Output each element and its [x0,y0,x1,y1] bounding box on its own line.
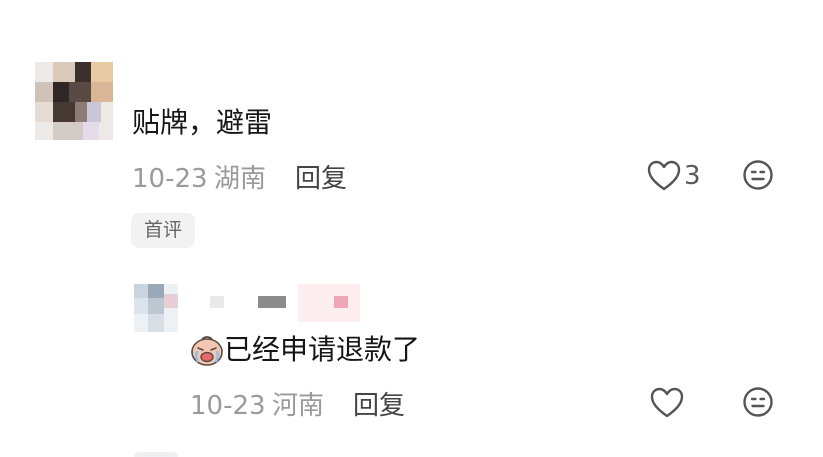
comment-date: 10-23 [132,164,208,194]
username-blur [334,296,348,308]
meh-face-icon[interactable] [742,386,774,422]
reply-location: 河南 [272,391,325,421]
reply-button[interactable]: 回复 [353,393,405,419]
reply-button[interactable]: 回复 [295,166,347,192]
comment-text: 贴牌，避雷 [132,106,273,139]
reply-date: 10-23 [190,391,266,421]
avatar[interactable] [35,62,113,140]
first-comment-badge: 首评 [131,213,196,248]
reply-text: 已经申请退款了 [224,333,421,366]
reply-avatar[interactable] [134,284,178,332]
next-item-avatar-edge [134,452,178,457]
like-count: 3 [684,161,701,191]
reply-text-line: 已经申请退款了 [190,333,420,367]
username-blur [210,296,224,308]
heart-outline-icon[interactable] [650,387,684,423]
meh-face-icon[interactable] [742,159,774,195]
username-blur [298,284,360,322]
username-blur [258,296,286,308]
comment-location: 湖南 [214,164,267,194]
crying-face-emoji [190,333,224,367]
heart-outline-icon[interactable] [647,160,681,196]
